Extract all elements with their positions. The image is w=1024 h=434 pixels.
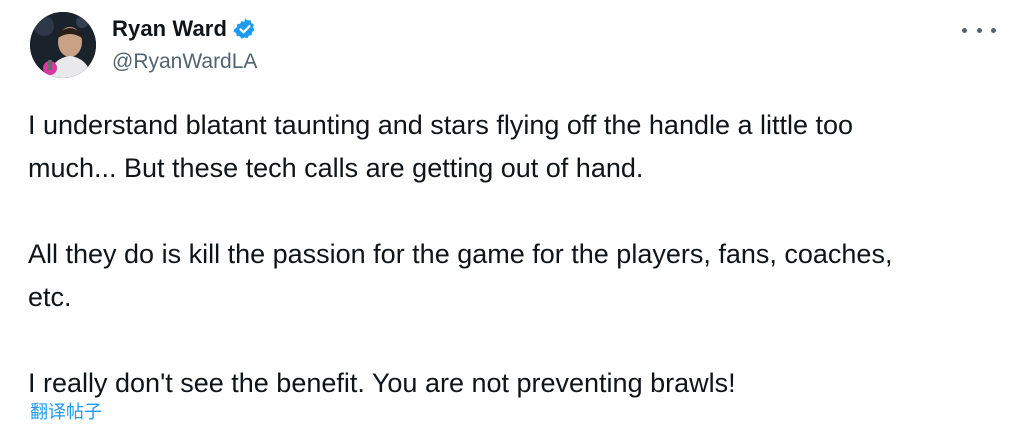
avatar[interactable] [30,12,96,78]
verified-badge-icon [233,18,255,39]
tweet-paragraph: All they do is kill the passion for the … [28,239,893,312]
more-options-icon[interactable] [962,18,996,42]
author-handle[interactable]: @RyanWardLA [112,50,257,74]
author-row: Ryan Ward [112,14,257,44]
dot-icon [976,27,982,33]
profile-avatar-icon [30,12,96,78]
tweet-paragraph: I understand blatant taunting and stars … [28,110,854,183]
tweet-text: I understand blatant taunting and stars … [28,104,988,405]
dot-icon [991,27,996,33]
translate-post-link[interactable]: 翻译帖子 [30,398,102,424]
tweet-card: Ryan Ward @RyanWardLA I understand blata… [0,0,1024,434]
dot-icon [962,27,967,33]
display-name[interactable]: Ryan Ward [112,16,227,42]
tweet-paragraph: I really don't see the benefit. You are … [28,368,736,398]
